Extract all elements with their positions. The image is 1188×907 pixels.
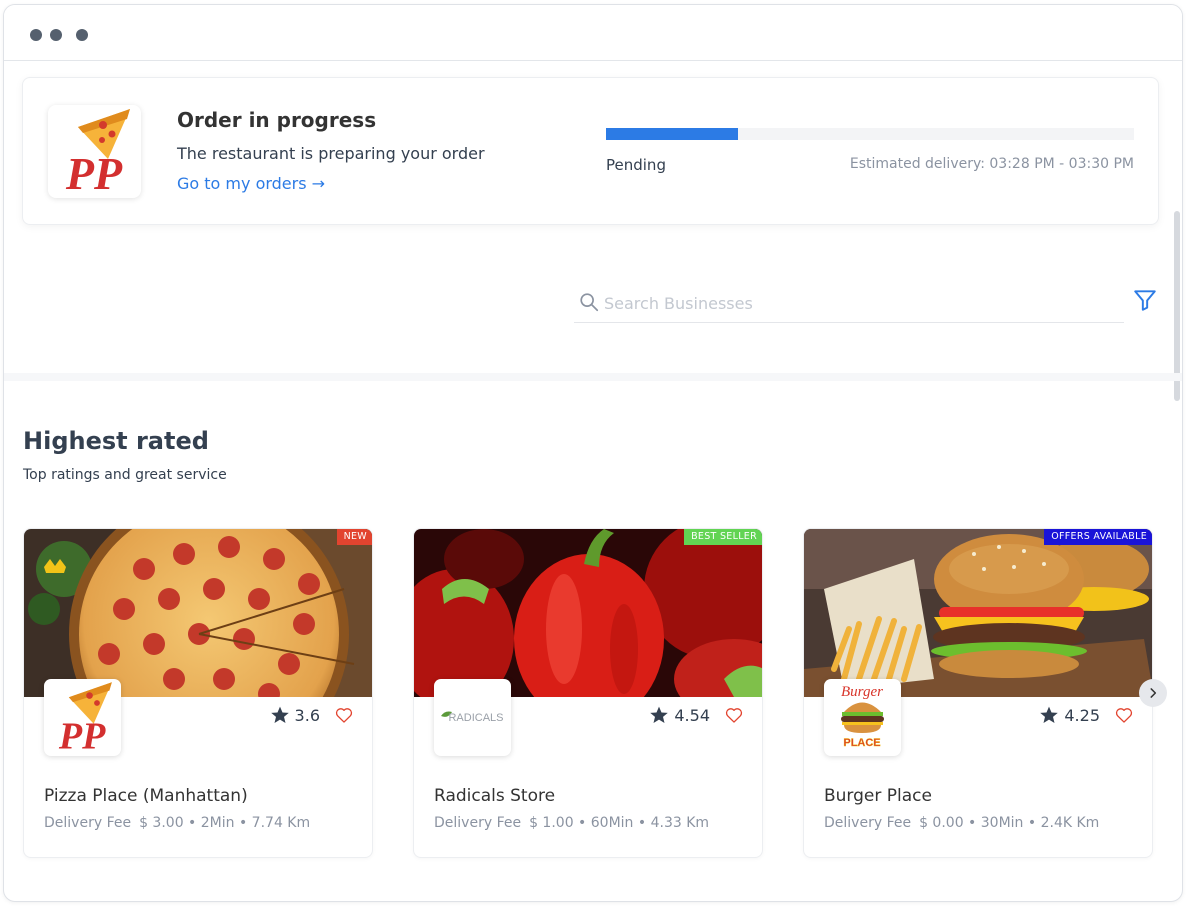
window-dot-3[interactable]	[76, 29, 88, 41]
order-progress-bar	[606, 128, 1134, 140]
delivery-fee-label: Delivery Fee	[44, 815, 132, 831]
business-rating: 3.6	[270, 705, 320, 725]
order-status: Pending	[606, 156, 666, 174]
rating-value: 4.25	[1064, 705, 1100, 725]
business-details: $ 1.00 • 60Min • 4.33 Km	[529, 815, 710, 831]
rating-value: 3.6	[294, 705, 320, 725]
delivery-fee-label: Delivery Fee	[824, 815, 912, 831]
search-bar	[574, 283, 1124, 323]
heart-icon[interactable]	[724, 705, 744, 725]
business-logo-burger-place: Burger PLACE	[824, 679, 901, 756]
rating-value: 4.54	[674, 705, 710, 725]
business-name: Burger Place	[824, 786, 932, 806]
business-logo-radicals: RADICALS	[434, 679, 511, 756]
business-logo-text: RADICALS	[448, 712, 503, 724]
section-title: Highest rated	[23, 427, 209, 455]
pizza-place-logo: PP	[48, 105, 141, 198]
business-meta: Delivery Fee $ 0.00 • 30Min • 2.4K Km	[824, 815, 1099, 831]
section-divider	[4, 373, 1182, 381]
page-content: PP Order in progress The restaurant is p…	[4, 61, 1182, 901]
badge-best-seller: BEST SELLER	[684, 529, 762, 545]
chevron-right-icon	[1150, 688, 1157, 698]
filter-icon[interactable]	[1132, 287, 1158, 313]
business-image-peppers: BEST SELLER	[414, 529, 762, 697]
business-card-burger-place[interactable]: OFFERS AVAILABLE Burger PLACE 4.25 Burge…	[803, 528, 1153, 858]
business-name: Pizza Place (Manhattan)	[44, 786, 248, 806]
business-name: Radicals Store	[434, 786, 556, 806]
order-subtitle: The restaurant is preparing your order	[177, 144, 485, 163]
business-details: $ 3.00 • 2Min • 7.74 Km	[139, 815, 311, 831]
heart-icon[interactable]	[1114, 705, 1134, 725]
business-rating: 4.54	[649, 705, 710, 725]
estimated-delivery: Estimated delivery: 03:28 PM - 03:30 PM	[849, 156, 1134, 172]
business-logo-text: PP	[58, 716, 106, 756]
section-subtitle: Top ratings and great service	[23, 467, 227, 483]
window-titlebar	[4, 5, 1182, 61]
order-logo-text: PP	[65, 148, 123, 198]
search-icon	[580, 293, 599, 312]
window-dot-2[interactable]	[50, 29, 62, 41]
business-image-pizza: NEW	[24, 529, 372, 697]
order-progress-fill	[606, 128, 738, 140]
business-logo-pizza-place: PP	[44, 679, 121, 756]
business-logo-text: Burger	[841, 684, 883, 700]
go-to-orders-link[interactable]: Go to my orders →	[177, 174, 325, 193]
star-icon	[1040, 706, 1059, 723]
business-card-pizza-place[interactable]: NEW PP 3.6 Pizza Place (Manhattan) Deliv…	[23, 528, 373, 858]
badge-new: NEW	[336, 529, 372, 545]
star-icon	[270, 706, 289, 723]
star-icon	[650, 706, 669, 723]
business-meta: Delivery Fee $ 1.00 • 60Min • 4.33 Km	[434, 815, 709, 831]
badge-offers-available: OFFERS AVAILABLE	[1044, 529, 1152, 545]
browser-window: PP Order in progress The restaurant is p…	[3, 4, 1183, 902]
order-progress-card: PP Order in progress The restaurant is p…	[22, 77, 1159, 225]
window-dot-1[interactable]	[30, 29, 42, 41]
order-title: Order in progress	[177, 108, 377, 132]
business-rating: 4.25	[1039, 705, 1100, 725]
business-logo-text-2: PLACE	[843, 737, 880, 749]
delivery-fee-label: Delivery Fee	[434, 815, 522, 831]
heart-icon[interactable]	[334, 705, 354, 725]
search-input[interactable]	[604, 289, 1104, 317]
business-details: $ 0.00 • 30Min • 2.4K Km	[919, 815, 1100, 831]
business-card-radicals-store[interactable]: BEST SELLER RADICALS 4.54 Radicals Store…	[413, 528, 763, 858]
business-image-burger: OFFERS AVAILABLE	[804, 529, 1152, 697]
business-meta: Delivery Fee $ 3.00 • 2Min • 7.74 Km	[44, 815, 310, 831]
carousel-next-button[interactable]	[1139, 679, 1167, 707]
